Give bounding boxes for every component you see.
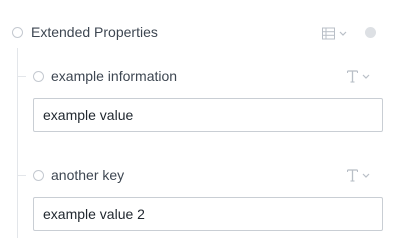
text-type-icon [347,69,358,83]
chevron-down-icon [362,74,370,79]
tree-connector [17,76,26,77]
view-selector[interactable] [322,24,347,42]
property-key: another key [51,167,125,183]
property-radio[interactable] [33,170,44,181]
property-value-input[interactable] [33,98,383,132]
chevron-down-icon [362,173,370,178]
section-radio[interactable] [12,27,23,38]
property-radio[interactable] [33,71,44,82]
status-dot-icon [365,27,376,38]
list-icon [322,27,335,39]
property-value-input[interactable] [33,197,383,231]
tree-connector [17,175,26,176]
chevron-down-icon [339,31,347,36]
section-title: Extended Properties [31,24,158,40]
type-selector[interactable] [347,166,370,184]
property-key: example information [51,68,178,84]
text-type-icon [347,168,358,182]
type-selector[interactable] [347,67,370,85]
